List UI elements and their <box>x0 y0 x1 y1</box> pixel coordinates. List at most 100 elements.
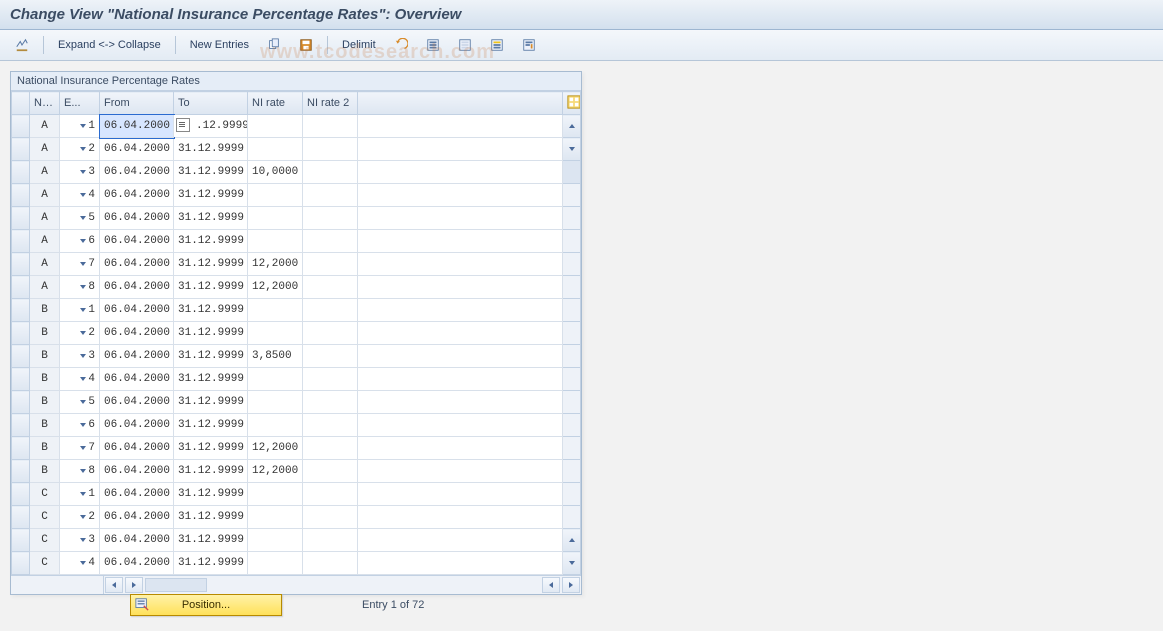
cell-from[interactable]: 06.04.2000 <box>100 529 174 552</box>
deselect-all-button[interactable] <box>451 35 479 55</box>
cell-to[interactable]: 31.12.9999 <box>174 299 248 322</box>
expand-collapse-button[interactable]: Expand <-> Collapse <box>51 36 168 54</box>
row-selector[interactable] <box>12 368 30 391</box>
cell-to[interactable]: 31.12.9999 <box>174 437 248 460</box>
cell-from[interactable]: 06.04.2000 <box>100 230 174 253</box>
row-selector[interactable] <box>12 506 30 529</box>
cell-rate2[interactable] <box>303 529 358 552</box>
cell-ni[interactable]: B <box>30 345 60 368</box>
cell-to[interactable]: 31.12.9999 <box>174 391 248 414</box>
cell-from[interactable]: 06.04.2000 <box>100 345 174 368</box>
cell-from[interactable]: 06.04.2000 <box>100 161 174 184</box>
cell-e-dropdown[interactable]: 6 <box>60 414 100 437</box>
cell-e-dropdown[interactable]: 8 <box>60 276 100 299</box>
cell-e-dropdown[interactable]: 2 <box>60 138 100 161</box>
cell-rate1[interactable] <box>248 368 303 391</box>
cell-e-dropdown[interactable]: 1 <box>60 299 100 322</box>
cell-rate1[interactable]: 3,8500 <box>248 345 303 368</box>
row-selector[interactable] <box>12 483 30 506</box>
cell-rate2[interactable] <box>303 276 358 299</box>
select-all-button[interactable] <box>419 35 447 55</box>
cell-from[interactable]: 06.04.2000 <box>100 483 174 506</box>
cell-from[interactable]: 06.04.2000 <box>100 138 174 161</box>
cell-from[interactable]: 06.04.2000 <box>100 391 174 414</box>
row-selector[interactable] <box>12 115 30 138</box>
cell-to[interactable]: 31.12.9999 <box>174 345 248 368</box>
cell-e-dropdown[interactable]: 3 <box>60 345 100 368</box>
cell-to[interactable]: 31.12.9999 <box>174 138 248 161</box>
cell-ni[interactable]: B <box>30 368 60 391</box>
cell-ni[interactable]: A <box>30 230 60 253</box>
cell-from[interactable]: 06.04.2000 <box>100 322 174 345</box>
cell-e-dropdown[interactable]: 2 <box>60 322 100 345</box>
col-e[interactable]: E... <box>60 92 100 115</box>
cell-rate1[interactable]: 12,2000 <box>248 437 303 460</box>
cell-ni[interactable]: C <box>30 552 60 575</box>
table-config-button[interactable] <box>563 92 581 115</box>
cell-ni[interactable]: B <box>30 391 60 414</box>
cell-ni[interactable]: B <box>30 414 60 437</box>
cell-e-dropdown[interactable]: 5 <box>60 207 100 230</box>
cell-rate1[interactable] <box>248 506 303 529</box>
vscroll-track[interactable] <box>563 276 581 299</box>
cell-ni[interactable]: C <box>30 506 60 529</box>
vscroll-track[interactable] <box>563 230 581 253</box>
col-ni[interactable]: NI c... <box>30 92 60 115</box>
row-selector[interactable] <box>12 391 30 414</box>
cell-rate1[interactable]: 12,2000 <box>248 253 303 276</box>
cell-rate1[interactable] <box>248 391 303 414</box>
cell-to[interactable]: 31.12.9999 <box>174 161 248 184</box>
save-button[interactable] <box>292 35 320 55</box>
delimit-button[interactable]: Delimit <box>335 36 383 54</box>
vscroll-track[interactable] <box>563 322 581 345</box>
cell-ni[interactable]: A <box>30 276 60 299</box>
scroll-up-icon[interactable] <box>569 538 575 542</box>
cell-ni[interactable]: A <box>30 138 60 161</box>
cell-rate1[interactable] <box>248 529 303 552</box>
cell-ni[interactable]: A <box>30 253 60 276</box>
cell-to[interactable]: .12.9999 <box>174 115 248 138</box>
cell-rate1[interactable] <box>248 230 303 253</box>
row-selector[interactable] <box>12 437 30 460</box>
cell-from[interactable]: 06.04.2000 <box>100 253 174 276</box>
cell-e-dropdown[interactable]: 4 <box>60 368 100 391</box>
cell-e-dropdown[interactable]: 8 <box>60 460 100 483</box>
cell-to[interactable]: 31.12.9999 <box>174 414 248 437</box>
cell-rate2[interactable] <box>303 368 358 391</box>
row-selector[interactable] <box>12 184 30 207</box>
cell-rate1[interactable] <box>248 138 303 161</box>
cell-rate2[interactable] <box>303 184 358 207</box>
cell-to[interactable]: 31.12.9999 <box>174 460 248 483</box>
undo-button[interactable] <box>387 35 415 55</box>
cell-from[interactable]: 06.04.2000 <box>100 368 174 391</box>
cell-e-dropdown[interactable]: 7 <box>60 437 100 460</box>
cell-e-dropdown[interactable]: 5 <box>60 391 100 414</box>
cell-ni[interactable]: B <box>30 299 60 322</box>
cell-rate1[interactable] <box>248 299 303 322</box>
cell-rate2[interactable] <box>303 115 358 138</box>
vscroll-thumb[interactable] <box>563 161 581 184</box>
vscroll-track[interactable] <box>563 506 581 529</box>
cell-e-dropdown[interactable]: 7 <box>60 253 100 276</box>
cell-from[interactable]: 06.04.2000 <box>100 115 174 138</box>
cell-rate1[interactable] <box>248 552 303 575</box>
cell-rate1[interactable]: 10,0000 <box>248 161 303 184</box>
date-picker-icon[interactable] <box>176 118 190 132</box>
cell-rate1[interactable]: 12,2000 <box>248 276 303 299</box>
col-from[interactable]: From <box>100 92 174 115</box>
cell-rate1[interactable] <box>248 184 303 207</box>
cell-rate1[interactable] <box>248 414 303 437</box>
cell-from[interactable]: 06.04.2000 <box>100 437 174 460</box>
cell-to[interactable]: 31.12.9999 <box>174 529 248 552</box>
vscroll-track[interactable] <box>563 345 581 368</box>
row-selector[interactable] <box>12 552 30 575</box>
cell-e-dropdown[interactable]: 2 <box>60 506 100 529</box>
table-settings-button[interactable] <box>483 35 511 55</box>
cell-ni[interactable]: C <box>30 529 60 552</box>
cell-to[interactable]: 31.12.9999 <box>174 184 248 207</box>
cell-ni[interactable]: A <box>30 184 60 207</box>
col-rate2[interactable]: NI rate 2 <box>303 92 358 115</box>
cell-e-dropdown[interactable]: 4 <box>60 184 100 207</box>
print-button[interactable] <box>515 35 543 55</box>
cell-from[interactable]: 06.04.2000 <box>100 506 174 529</box>
